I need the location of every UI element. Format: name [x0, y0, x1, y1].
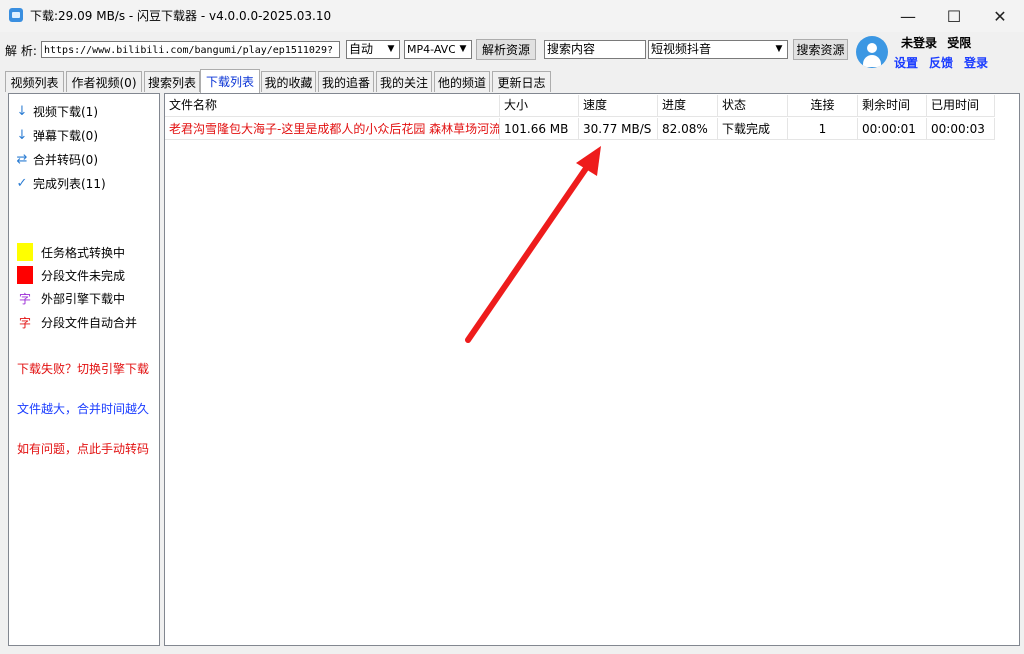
legend-external-engine: 字 外部引擎下载中 [17, 290, 125, 307]
merge-time-note: 文件越大，合并时间越久 [17, 402, 150, 416]
tab-my-bangumi[interactable]: 我的追番 [318, 71, 374, 92]
cell-remaining: 00:00:01 [858, 118, 927, 140]
chevron-down-icon: ▼ [383, 41, 399, 58]
format-select[interactable]: MP4-AVC ▼ [404, 40, 472, 59]
login-status: 未登录 受限 [901, 34, 971, 51]
quality-select-value: 自动 [349, 42, 374, 56]
character-glyph-icon: 字 [18, 292, 31, 306]
legend-auto-merge: 字 分段文件自动合并 [17, 314, 137, 331]
switch-engine-link[interactable]: 下载失败？切换引擎下载 [17, 360, 149, 377]
tab-my-follows[interactable]: 我的关注 [376, 71, 432, 92]
character-glyph-icon: 字 [18, 316, 31, 330]
column-header-name[interactable]: 文件名称 [165, 95, 500, 116]
swap-arrows-icon: ⇄ [16, 152, 28, 167]
yellow-swatch-icon [17, 243, 33, 261]
tab-changelog[interactable]: 更新日志 [492, 71, 551, 92]
format-select-value: MP4-AVC [407, 43, 456, 56]
sidebar-item-video-download[interactable]: ↓ 视频下载(1) [15, 103, 98, 120]
parse-button[interactable]: 解析资源 [476, 39, 536, 60]
chevron-down-icon: ▼ [771, 41, 787, 58]
red-swatch-icon [17, 266, 33, 284]
tab-his-channel[interactable]: 他的频道 [434, 71, 490, 92]
chevron-down-icon: ▼ [455, 41, 471, 58]
url-input[interactable]: https://www.bilibili.com/bangumi/play/ep… [41, 41, 340, 58]
cell-status: 下载完成 [718, 118, 788, 140]
sidebar-item-label: 完成列表(11) [33, 177, 106, 191]
feedback-link[interactable]: 反馈 [929, 54, 953, 71]
sidebar-item-merge-transcode[interactable]: ⇄ 合并转码(0) [15, 151, 98, 168]
search-input[interactable]: 搜索内容 [544, 40, 646, 59]
manual-transcode-link[interactable]: 如有问题，点此手动转码 [17, 440, 149, 457]
minimize-button[interactable]: — [885, 0, 931, 32]
quality-select[interactable]: 自动 ▼ [346, 40, 400, 59]
sidebar-panel: ↓ 视频下载(1) ↓ 弹幕下载(0) ⇄ 合并转码(0) ✓ 完成列表(11)… [8, 93, 160, 646]
title-bar: 下载:29.09 MB/s - 闪豆下载器 - v4.0.0.0-2025.03… [0, 0, 1024, 32]
platform-select[interactable]: 短视频抖音 ▼ [648, 40, 788, 59]
search-button[interactable]: 搜索资源 [793, 39, 848, 60]
cell-file-name: 老君沟雪隆包大海子-这里是成都人的小众后花园 森林草场河流 [165, 118, 500, 140]
tab-download-list[interactable]: 下载列表 [200, 69, 260, 93]
column-header-size[interactable]: 大小 [500, 95, 579, 116]
legend-label: 分段文件自动合并 [41, 316, 138, 330]
platform-select-value: 短视频抖音 [651, 42, 712, 56]
user-avatar-icon[interactable] [856, 36, 888, 68]
sidebar-item-label: 视频下载(1) [33, 105, 98, 119]
arrow-down-icon: ↓ [16, 104, 28, 119]
tab-author-videos[interactable]: 作者视频(0) [66, 71, 142, 92]
table-header: 文件名称 大小 速度 进度 状态 连接 剩余时间 已用时间 [165, 94, 995, 117]
sidebar-item-danmaku-download[interactable]: ↓ 弹幕下载(0) [15, 127, 98, 144]
cell-size: 101.66 MB [500, 118, 579, 140]
sidebar-item-completed-list[interactable]: ✓ 完成列表(11) [15, 175, 106, 192]
close-button[interactable]: ✕ [977, 0, 1023, 32]
cell-speed: 30.77 MB/S [579, 118, 658, 140]
cell-progress: 82.08% [658, 118, 718, 140]
cell-connections: 1 [788, 118, 858, 140]
legend-segment-incomplete: 分段文件未完成 [17, 266, 125, 284]
column-header-remaining[interactable]: 剩余时间 [858, 95, 927, 116]
legend-format-converting: 任务格式转换中 [17, 243, 125, 261]
column-header-connections[interactable]: 连接 [788, 95, 858, 116]
tab-video-list[interactable]: 视频列表 [5, 71, 64, 92]
login-link[interactable]: 登录 [964, 54, 988, 71]
sidebar-item-label: 弹幕下载(0) [33, 129, 98, 143]
login-status-text: 未登录 [901, 36, 938, 50]
column-header-speed[interactable]: 速度 [579, 95, 658, 116]
tab-search-list[interactable]: 搜索列表 [144, 71, 200, 92]
arrow-down-icon: ↓ [16, 128, 28, 143]
parse-label: 解 析: [5, 44, 37, 58]
app-icon [9, 8, 23, 22]
column-header-progress[interactable]: 进度 [658, 95, 718, 116]
column-header-status[interactable]: 状态 [718, 95, 788, 116]
legend-label: 分段文件未完成 [41, 268, 126, 283]
settings-link[interactable]: 设置 [894, 54, 918, 71]
legend-label: 任务格式转换中 [41, 245, 126, 260]
tab-my-favorites[interactable]: 我的收藏 [261, 71, 316, 92]
cell-elapsed: 00:00:03 [927, 118, 995, 140]
limit-status-text: 受限 [947, 36, 972, 50]
checkmark-icon: ✓ [16, 176, 28, 191]
window-title: 下载:29.09 MB/s - 闪豆下载器 - v4.0.0.0-2025.03… [30, 9, 332, 23]
download-list-panel: 文件名称 大小 速度 进度 状态 连接 剩余时间 已用时间 老君沟雪隆包大海子-… [164, 93, 1020, 646]
sidebar-item-label: 合并转码(0) [33, 153, 98, 167]
maximize-button[interactable]: ☐ [931, 0, 977, 32]
table-row[interactable]: 老君沟雪隆包大海子-这里是成都人的小众后花园 森林草场河流 101.66 MB … [165, 118, 995, 140]
column-header-elapsed[interactable]: 已用时间 [927, 95, 995, 116]
legend-label: 外部引擎下载中 [41, 292, 126, 306]
